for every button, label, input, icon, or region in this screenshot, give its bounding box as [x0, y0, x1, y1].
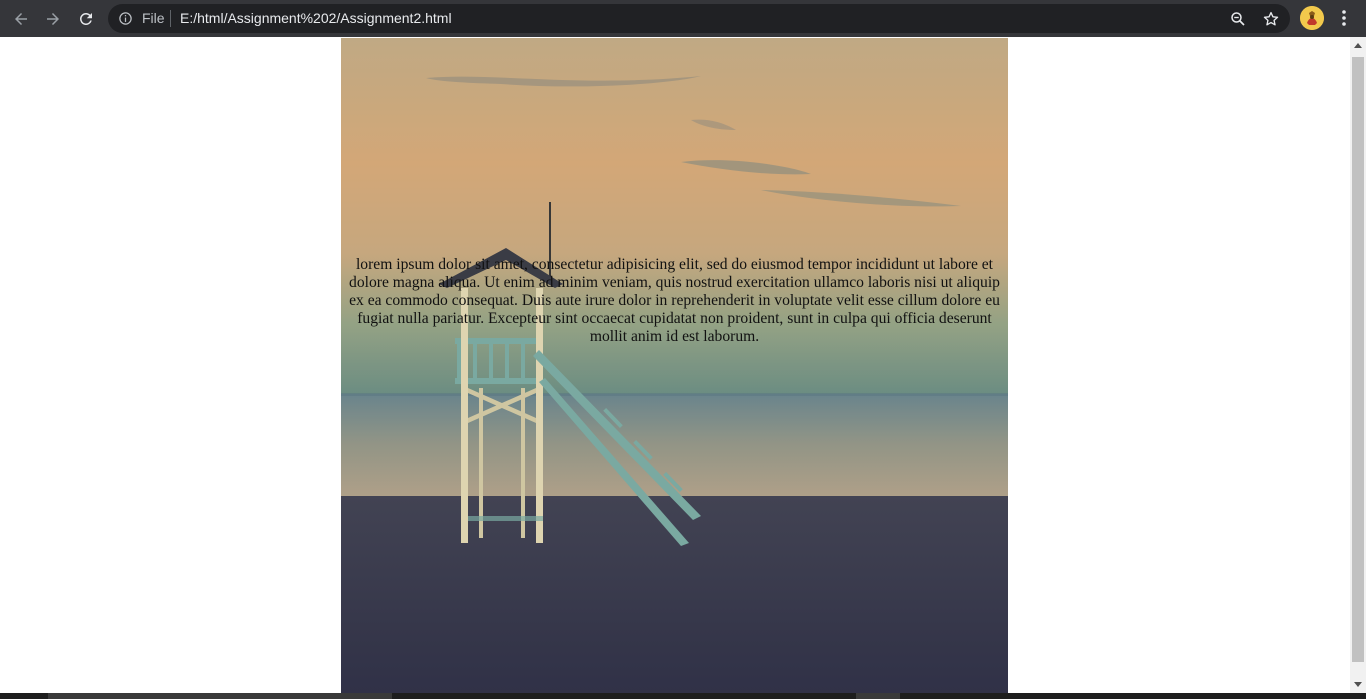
- scroll-up-arrow-icon[interactable]: [1350, 37, 1366, 54]
- bottom-strip-segment: [856, 693, 900, 699]
- kebab-menu-icon[interactable]: [1334, 8, 1354, 28]
- hero-background-section: lorem ipsum dolor sit amet, consectetur …: [341, 38, 1008, 693]
- address-bar[interactable]: File E:/html/Assignment%202/Assignment2.…: [108, 4, 1290, 33]
- scroll-down-arrow-icon[interactable]: [1350, 676, 1366, 693]
- reload-button[interactable]: [73, 6, 99, 32]
- lorem-paragraph: lorem ipsum dolor sit amet, consectetur …: [349, 256, 1000, 345]
- back-button[interactable]: [8, 6, 34, 32]
- beach-lifeguard-tower-image: [341, 38, 1008, 693]
- vertical-scrollbar[interactable]: [1350, 37, 1366, 693]
- arrow-left-icon: [15, 13, 27, 25]
- browser-toolbar: File E:/html/Assignment%202/Assignment2.…: [0, 0, 1366, 37]
- reload-icon: [79, 12, 92, 25]
- star-icon[interactable]: [1262, 10, 1280, 28]
- profile-avatar-icon: [1300, 6, 1324, 30]
- scheme-label: File: [142, 10, 165, 26]
- address-separator: [170, 10, 171, 27]
- info-icon[interactable]: [118, 11, 133, 26]
- scrollbar-thumb[interactable]: [1352, 57, 1364, 662]
- zoom-icon[interactable]: [1229, 10, 1247, 28]
- bottom-strip-segment: [48, 693, 392, 699]
- profile-avatar[interactable]: [1300, 6, 1324, 30]
- url-text[interactable]: E:/html/Assignment%202/Assignment2.html: [180, 10, 452, 27]
- page-viewport: lorem ipsum dolor sit amet, consectetur …: [0, 37, 1350, 693]
- bottom-strip: [0, 693, 1366, 699]
- arrow-right-icon: [47, 13, 59, 25]
- forward-button[interactable]: [40, 6, 66, 32]
